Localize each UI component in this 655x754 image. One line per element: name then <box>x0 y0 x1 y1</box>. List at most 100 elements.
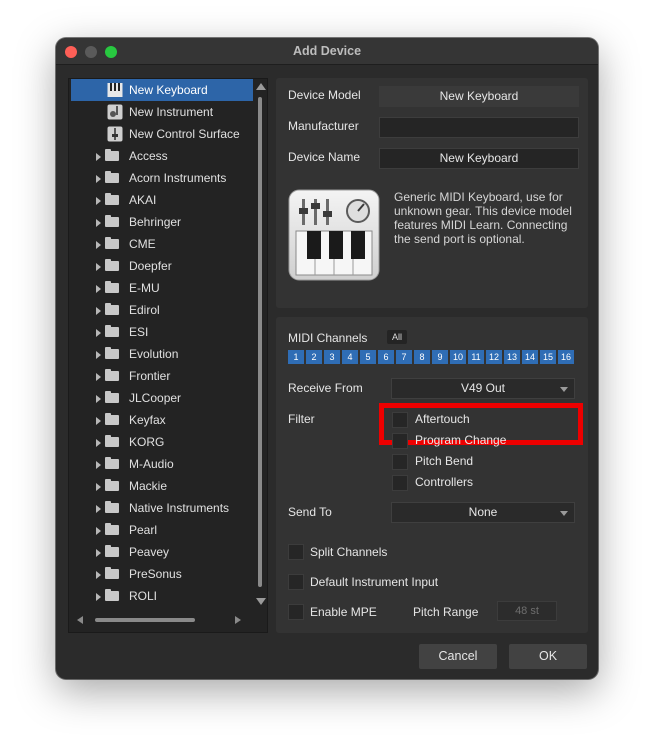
device-list-item[interactable]: Access <box>69 145 253 167</box>
device-list-item[interactable]: JLCooper <box>69 387 253 409</box>
expand-arrow-icon[interactable] <box>96 593 101 601</box>
midi-channel-button[interactable]: 5 <box>360 350 376 364</box>
device-list-item[interactable]: Acorn Instruments <box>69 167 253 189</box>
device-list-item[interactable]: Peavey <box>69 541 253 563</box>
cancel-button[interactable]: Cancel <box>419 644 497 669</box>
device-list-item[interactable]: CME <box>69 233 253 255</box>
pitch-bend-label: Pitch Bend <box>415 454 474 468</box>
scroll-up-icon[interactable] <box>256 83 266 90</box>
default-instrument-checkbox[interactable] <box>288 574 304 590</box>
scroll-left-icon[interactable] <box>77 616 83 624</box>
program-change-checkbox[interactable] <box>392 433 408 449</box>
expand-arrow-icon[interactable] <box>96 329 101 337</box>
device-list-item[interactable]: ROLI <box>69 585 253 607</box>
chevron-down-icon <box>560 387 568 392</box>
device-list-item[interactable]: Keyfax <box>69 409 253 431</box>
midi-channel-button[interactable]: 7 <box>396 350 412 364</box>
device-list-item-label: Keyfax <box>129 413 166 427</box>
expand-arrow-icon[interactable] <box>96 175 101 183</box>
device-list-item[interactable]: AKAI <box>69 189 253 211</box>
pitch-bend-checkbox[interactable] <box>392 454 408 470</box>
midi-settings-panel: MIDI Channels All 1 2 3 4 5 6 7 8 9 10 11 12 13 14 15 1… <box>276 317 588 633</box>
device-list-item[interactable]: Pearl <box>69 519 253 541</box>
expand-arrow-icon[interactable] <box>96 549 101 557</box>
expand-arrow-icon[interactable] <box>96 483 101 491</box>
horizontal-scrollbar[interactable] <box>69 611 253 629</box>
device-list-item[interactable]: Evolution <box>69 343 253 365</box>
enable-mpe-checkbox[interactable] <box>288 604 304 620</box>
horizontal-scroll-thumb[interactable] <box>95 618 195 622</box>
expand-arrow-icon[interactable] <box>96 307 101 315</box>
device-list-item[interactable]: Mackie <box>69 475 253 497</box>
device-list-item[interactable]: KORG <box>69 431 253 453</box>
midi-channel-button[interactable]: 16 <box>558 350 574 364</box>
pitch-range-input[interactable]: 48 st <box>497 601 557 621</box>
expand-arrow-icon[interactable] <box>96 527 101 535</box>
expand-arrow-icon[interactable] <box>96 197 101 205</box>
device-list-item[interactable]: Behringer <box>69 211 253 233</box>
midi-channel-button[interactable]: 13 <box>504 350 520 364</box>
midi-channel-button[interactable]: 6 <box>378 350 394 364</box>
device-model-field: New Keyboard <box>379 86 579 107</box>
midi-channel-button[interactable]: 14 <box>522 350 538 364</box>
vertical-scroll-thumb[interactable] <box>258 97 262 587</box>
expand-arrow-icon[interactable] <box>96 219 101 227</box>
midi-channel-button[interactable]: 9 <box>432 350 448 364</box>
controllers-label: Controllers <box>415 475 474 489</box>
split-channels-checkbox[interactable] <box>288 544 304 560</box>
expand-arrow-icon[interactable] <box>96 263 101 271</box>
expand-arrow-icon[interactable] <box>96 417 101 425</box>
receive-from-dropdown[interactable]: V49 Out <box>391 378 575 399</box>
midi-channels-label: MIDI Channels <box>288 331 368 345</box>
device-list-item[interactable]: Doepfer <box>69 255 253 277</box>
device-list-item[interactable]: M-Audio <box>69 453 253 475</box>
midi-channel-button[interactable]: 2 <box>306 350 322 364</box>
ok-button[interactable]: OK <box>509 644 587 669</box>
controllers-checkbox[interactable] <box>392 475 408 491</box>
device-list-item[interactable]: New Instrument <box>69 101 253 123</box>
expand-arrow-icon[interactable] <box>96 153 101 161</box>
vertical-scrollbar[interactable] <box>255 79 267 609</box>
midi-channel-button[interactable]: 12 <box>486 350 502 364</box>
device-list-item[interactable]: E-MU <box>69 277 253 299</box>
device-list: New Keyboard New Instrument New Control Su… <box>69 79 253 609</box>
device-list-item-label: Doepfer <box>129 259 172 273</box>
all-channels-button[interactable]: All <box>387 330 407 344</box>
expand-arrow-icon[interactable] <box>96 461 101 469</box>
device-name-input[interactable]: New Keyboard <box>379 148 579 169</box>
folder-icon <box>105 567 119 579</box>
window-title: Add Device <box>292 44 362 58</box>
send-to-dropdown[interactable]: None <box>391 502 575 523</box>
expand-arrow-icon[interactable] <box>96 351 101 359</box>
chevron-down-icon <box>560 511 568 516</box>
midi-channel-button[interactable]: 10 <box>450 350 466 364</box>
device-list-item[interactable]: Edirol <box>69 299 253 321</box>
device-list-item[interactable]: New Control Surface <box>69 123 253 145</box>
folder-icon <box>105 171 119 183</box>
midi-channel-button[interactable]: 8 <box>414 350 430 364</box>
folder-icon <box>105 193 119 205</box>
folder-icon <box>105 457 119 469</box>
expand-arrow-icon[interactable] <box>96 373 101 381</box>
expand-arrow-icon[interactable] <box>96 439 101 447</box>
expand-arrow-icon[interactable] <box>96 505 101 513</box>
expand-arrow-icon[interactable] <box>96 285 101 293</box>
expand-arrow-icon[interactable] <box>96 571 101 579</box>
device-list-item[interactable]: Native Instruments <box>69 497 253 519</box>
midi-channel-button[interactable]: 11 <box>468 350 484 364</box>
midi-channel-button[interactable]: 1 <box>288 350 304 364</box>
midi-channel-button[interactable]: 15 <box>540 350 556 364</box>
manufacturer-input[interactable] <box>379 117 579 138</box>
device-list-item[interactable]: PreSonus <box>69 563 253 585</box>
scroll-down-icon[interactable] <box>256 598 266 605</box>
device-details-panel: Device Model New Keyboard Manufacturer D… <box>276 78 588 308</box>
device-list-item[interactable]: Frontier <box>69 365 253 387</box>
midi-channel-button[interactable]: 4 <box>342 350 358 364</box>
midi-channel-button[interactable]: 3 <box>324 350 340 364</box>
device-list-item[interactable]: ESI <box>69 321 253 343</box>
scroll-right-icon[interactable] <box>235 616 241 624</box>
expand-arrow-icon[interactable] <box>96 241 101 249</box>
expand-arrow-icon[interactable] <box>96 395 101 403</box>
device-list-item[interactable]: New Keyboard <box>71 79 253 101</box>
aftertouch-checkbox[interactable] <box>392 412 408 428</box>
